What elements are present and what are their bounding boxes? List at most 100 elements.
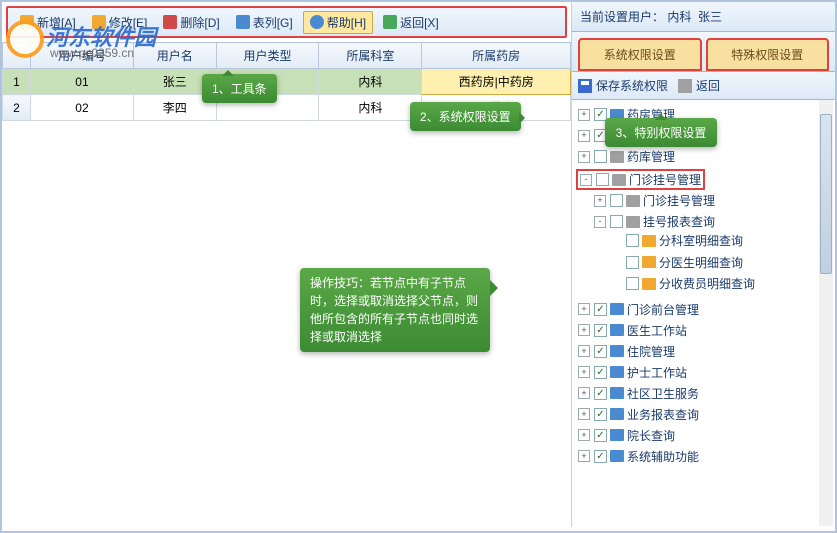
collapse-icon[interactable]: - [580, 174, 592, 186]
tree-checkbox[interactable] [610, 194, 623, 207]
scroll-thumb[interactable] [820, 114, 832, 274]
tree-label[interactable]: 挂号报表查询 [643, 213, 715, 230]
tree-checkbox[interactable]: ✓ [594, 450, 607, 463]
table-cell[interactable]: 01 [31, 69, 134, 95]
tab-special-permission[interactable]: 特殊权限设置 [706, 38, 830, 71]
tree-checkbox[interactable] [626, 234, 639, 247]
return-icon [678, 79, 692, 93]
tree-node: + ✓ 门诊前台管理 [576, 299, 833, 320]
tree-node: + ✓ 院长查询 [576, 425, 833, 446]
table-cell[interactable]: 内科 [319, 95, 422, 121]
table-cell[interactable]: 内科 [319, 69, 422, 95]
expand-icon[interactable]: + [578, 324, 590, 336]
tree-label[interactable]: 医生工作站 [627, 322, 687, 339]
tree-label[interactable]: 门诊挂号管理 [643, 192, 715, 209]
book-icon [610, 324, 624, 336]
tree-checkbox[interactable] [596, 173, 609, 186]
sub-toolbar: 保存系统权限 返回 [572, 72, 835, 100]
tree-checkbox[interactable] [626, 256, 639, 269]
book-icon [642, 278, 656, 290]
tree-node: - 门诊挂号管理 + 门诊挂号管理 - 挂号报表查询分科室明细查询分医生明细查询分收费员明… [576, 167, 833, 299]
col-dept[interactable]: 所属科室 [319, 43, 422, 69]
new-button[interactable]: 新增[A] [14, 12, 82, 33]
collapse-icon[interactable]: - [594, 216, 606, 228]
tree-scrollbar[interactable] [819, 100, 833, 526]
tree-label[interactable]: 门诊挂号管理 [629, 171, 701, 188]
row-header-col [3, 43, 31, 69]
tree-label[interactable]: 分科室明细查询 [659, 232, 743, 249]
expand-icon[interactable]: + [578, 109, 590, 121]
tree-checkbox[interactable] [626, 277, 639, 290]
current-user-dept: 内科 [667, 8, 691, 25]
book-icon [612, 174, 626, 186]
list-icon [236, 15, 250, 29]
current-user-name: 张三 [698, 8, 722, 25]
expand-icon[interactable]: + [578, 130, 590, 142]
tree-label[interactable]: 院长查询 [627, 427, 675, 444]
return-button[interactable]: 返回 [678, 77, 720, 94]
tree-node: + ✓ 业务报表查询 [576, 404, 833, 425]
tab-row: 系统权限设置 特殊权限设置 [572, 32, 835, 72]
delete-icon [163, 15, 177, 29]
expand-icon[interactable]: + [578, 345, 590, 357]
tree-checkbox[interactable]: ✓ [594, 366, 607, 379]
edit-button[interactable]: 修改[E] [86, 12, 154, 33]
tab-system-permission[interactable]: 系统权限设置 [578, 38, 702, 71]
tree-checkbox[interactable]: ✓ [594, 387, 607, 400]
col-usercode[interactable]: 用户编号 [31, 43, 134, 69]
table-cell[interactable]: 西药房|中药房 [422, 69, 571, 95]
tree-label[interactable]: 业务报表查询 [627, 406, 699, 423]
book-icon [610, 429, 624, 441]
tree-checkbox[interactable]: ✓ [594, 324, 607, 337]
row-number: 2 [3, 95, 31, 121]
tree-node: + ✓ 系统辅助功能 [576, 446, 833, 467]
expand-icon[interactable]: + [578, 408, 590, 420]
book-icon [610, 345, 624, 357]
expand-icon[interactable]: + [578, 151, 590, 163]
tree-checkbox[interactable]: ✓ [594, 345, 607, 358]
expand-icon[interactable]: + [578, 429, 590, 441]
book-icon [610, 408, 624, 420]
tree-checkbox[interactable]: ✓ [594, 408, 607, 421]
leaf-icon [610, 278, 622, 290]
book-icon [626, 195, 640, 207]
tree-label[interactable]: 系统辅助功能 [627, 448, 699, 465]
tree-checkbox[interactable]: ✓ [594, 429, 607, 442]
back-button[interactable]: 返回[X] [377, 12, 445, 33]
tree-checkbox[interactable]: ✓ [594, 303, 607, 316]
save-permission-button[interactable]: 保存系统权限 [578, 77, 668, 94]
row-number: 1 [3, 69, 31, 95]
tree-node: - 挂号报表查询分科室明细查询分医生明细查询分收费员明细查询 [592, 211, 833, 297]
tree-label[interactable]: 住院管理 [627, 343, 675, 360]
col-pharmacy[interactable]: 所属药房 [422, 43, 571, 69]
delete-button[interactable]: 删除[D] [157, 12, 225, 33]
book-icon [610, 387, 624, 399]
tree-label[interactable]: 社区卫生服务 [627, 385, 699, 402]
table-row[interactable]: 101张三内科西药房|中药房 [3, 69, 571, 95]
expand-icon[interactable]: + [578, 366, 590, 378]
help-button[interactable]: 帮助[H] [303, 11, 373, 34]
callout-toolbar: 1、工具条 [202, 74, 277, 103]
expand-icon[interactable]: + [578, 387, 590, 399]
tree-node: + ✓ 住院管理 [576, 341, 833, 362]
tree-node: + ✓ 护士工作站 [576, 362, 833, 383]
help-icon [310, 15, 324, 29]
tree-label[interactable]: 分医生明细查询 [659, 254, 743, 271]
permission-tree[interactable]: +✓药房管理+✓药房管理+药库管理-门诊挂号管理+门诊挂号管理-挂号报表查询分科… [572, 100, 835, 526]
book-icon [626, 216, 640, 228]
col-username[interactable]: 用户名 [133, 43, 216, 69]
callout-sys-permission: 2、系统权限设置 [410, 102, 521, 131]
tree-checkbox[interactable] [610, 215, 623, 228]
tree-label[interactable]: 门诊前台管理 [627, 301, 699, 318]
tree-label[interactable]: 护士工作站 [627, 364, 687, 381]
expand-icon[interactable]: + [578, 450, 590, 462]
tree-label[interactable]: 药库管理 [627, 148, 675, 165]
table-cell[interactable]: 02 [31, 95, 134, 121]
tree-checkbox[interactable] [594, 150, 607, 163]
tree-label[interactable]: 分收费员明细查询 [659, 275, 755, 292]
expand-icon[interactable]: + [578, 303, 590, 315]
book-icon [642, 235, 656, 247]
expand-icon[interactable]: + [594, 195, 606, 207]
callout-special-permission: 3、特别权限设置 [605, 118, 717, 147]
list-button[interactable]: 表列[G] [230, 12, 299, 33]
